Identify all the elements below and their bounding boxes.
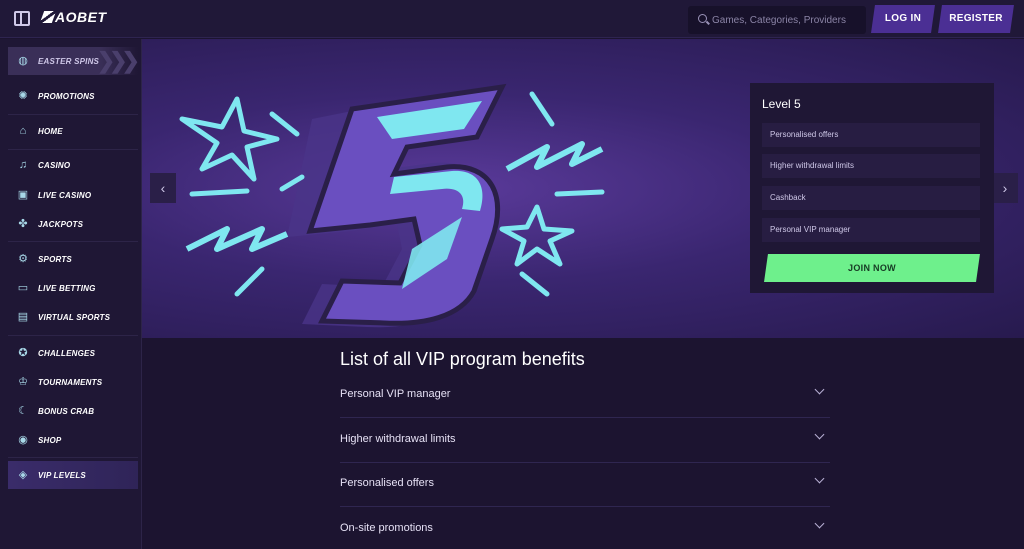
chevron-down-icon xyxy=(814,518,825,529)
basket-icon: ◉ xyxy=(18,434,28,446)
sidebar-item-label: TOURNAMENTS xyxy=(38,377,103,387)
level-five-artwork xyxy=(179,83,605,328)
crab-icon: ☾ xyxy=(18,405,28,417)
level-benefit-label: Personal VIP manager xyxy=(770,225,851,234)
sidebar-item-live-casino[interactable]: ▣ LIVE CASINO xyxy=(8,181,138,209)
sidebar-item-sports[interactable]: ⚙ SPORTS xyxy=(8,245,138,273)
accordion-label: Personal VIP manager xyxy=(340,388,451,400)
divider xyxy=(8,114,138,115)
register-button[interactable]: REGISTER xyxy=(938,5,1014,33)
sidebar-item-casino[interactable]: ♫ CASINO xyxy=(8,151,138,179)
login-label: LOG IN xyxy=(884,13,922,24)
sidebar-item-label: LIVE CASINO xyxy=(38,190,92,200)
level-benefit-label: Cashback xyxy=(770,193,806,202)
sidebar-item-jackpots[interactable]: ✤ JACKPOTS xyxy=(8,210,138,238)
sidebar-item-challenges[interactable]: ✪ CHALLENGES xyxy=(8,339,138,367)
live-icon: ▭ xyxy=(17,282,29,294)
chevron-down-icon xyxy=(814,429,825,440)
sidebar-item-label: HOME xyxy=(38,126,63,136)
virtual-icon: ▤ xyxy=(17,311,29,323)
top-header: AOBET LOG IN REGISTER xyxy=(0,0,1024,38)
promo-icon: ✺ xyxy=(18,90,28,102)
sidebar-item-label: VIP LEVELS xyxy=(38,470,86,480)
trophy-icon: ♔ xyxy=(18,376,28,388)
music-note-icon: ♫ xyxy=(18,159,28,171)
search-input[interactable] xyxy=(712,6,862,34)
sidebar-item-label: EASTER SPINS xyxy=(38,56,100,66)
level-benefit-row: Higher withdrawal limits xyxy=(762,154,980,178)
level-card: Level 5 Personalised offers Higher withd… xyxy=(750,83,994,293)
accordion-label: Personalised offers xyxy=(340,477,434,489)
logo-mark-icon xyxy=(39,11,57,23)
benefits-title: List of all VIP program benefits xyxy=(340,349,585,369)
accordion-item[interactable]: Personal VIP manager xyxy=(340,374,830,418)
level-benefit-label: Personalised offers xyxy=(770,130,839,139)
carousel-next-button[interactable]: › xyxy=(992,173,1018,203)
accordion-item[interactable]: Personalised offers xyxy=(340,463,830,507)
join-now-label: JOIN NOW xyxy=(848,263,896,273)
logo[interactable]: AOBET xyxy=(39,9,107,25)
sidebar-item-home[interactable]: ⌂ HOME xyxy=(8,117,138,145)
medal-icon: ✪ xyxy=(18,347,28,359)
sidebar-item-label: SPORTS xyxy=(38,254,72,264)
sidebar-item-tournaments[interactable]: ♔ TOURNAMENTS xyxy=(8,368,138,396)
level-benefit-row: Personalised offers xyxy=(762,123,980,147)
level-benefit-row: Personal VIP manager xyxy=(762,218,980,242)
chevron-down-icon xyxy=(814,384,825,395)
sidebar-item-live-betting[interactable]: ▭ LIVE BETTING xyxy=(8,274,138,302)
egg-icon: ◍ xyxy=(18,55,28,67)
accordion-label: On-site promotions xyxy=(340,522,433,534)
sidebar-item-label: CASINO xyxy=(38,160,71,170)
divider xyxy=(8,335,138,336)
sidebar-item-label: BONUS CRAB xyxy=(38,406,95,416)
sidebar-item-bonus-crab[interactable]: ☾ BONUS CRAB xyxy=(8,397,138,425)
sports-icon: ⚙ xyxy=(18,253,28,265)
level-benefit-row: Cashback xyxy=(762,186,980,210)
search-box[interactable] xyxy=(688,6,866,34)
join-now-button[interactable]: JOIN NOW xyxy=(764,254,980,282)
sidebar-item-label: JACKPOTS xyxy=(38,219,84,229)
sidebar-item-label: SHOP xyxy=(38,435,62,445)
diamond-icon: ◈ xyxy=(18,469,28,481)
carousel-prev-button[interactable]: ‹ xyxy=(150,173,176,203)
accordion-item[interactable]: On-site promotions xyxy=(340,508,830,549)
sidebar-toggle-icon[interactable] xyxy=(14,11,30,26)
level-title: Level 5 xyxy=(762,97,801,111)
sidebar-item-virtual-sports[interactable]: ▤ VIRTUAL SPORTS xyxy=(8,303,138,331)
cards-icon: ▣ xyxy=(17,189,29,201)
sidebar-item-easter-spins[interactable]: ◍ EASTER SPINS ❯❯❯ xyxy=(8,47,140,75)
sidebar-item-label: LIVE BETTING xyxy=(38,283,96,293)
sidebar-item-vip-levels[interactable]: ◈ VIP LEVELS xyxy=(8,461,138,489)
search-icon xyxy=(698,14,707,23)
accordion-item[interactable]: Higher withdrawal limits xyxy=(340,419,830,463)
accordion-label: Higher withdrawal limits xyxy=(340,433,456,445)
sidebar-item-label: PROMOTIONS xyxy=(38,91,95,101)
sidebar: ◍ EASTER SPINS ❯❯❯ ✺ PROMOTIONS ⌂ HOME ♫… xyxy=(0,39,142,549)
level-benefit-label: Higher withdrawal limits xyxy=(770,161,855,170)
divider xyxy=(8,241,138,242)
sidebar-item-label: VIRTUAL SPORTS xyxy=(38,312,111,322)
clover-icon: ✤ xyxy=(18,218,28,230)
chevron-down-icon xyxy=(814,473,825,484)
divider xyxy=(8,149,138,150)
home-icon: ⌂ xyxy=(19,125,27,137)
register-label: REGISTER xyxy=(949,13,1003,24)
chevron-decoration: ❯❯❯ xyxy=(96,48,140,73)
vip-banner: ‹ › Level 5 Personalised offers Higher w… xyxy=(142,39,1024,338)
sidebar-item-shop[interactable]: ◉ SHOP xyxy=(8,426,138,454)
divider xyxy=(8,457,138,458)
logo-text: AOBET xyxy=(55,9,107,25)
sidebar-item-promotions[interactable]: ✺ PROMOTIONS xyxy=(8,82,138,110)
login-button[interactable]: LOG IN xyxy=(871,5,935,33)
sidebar-item-label: CHALLENGES xyxy=(38,348,96,358)
